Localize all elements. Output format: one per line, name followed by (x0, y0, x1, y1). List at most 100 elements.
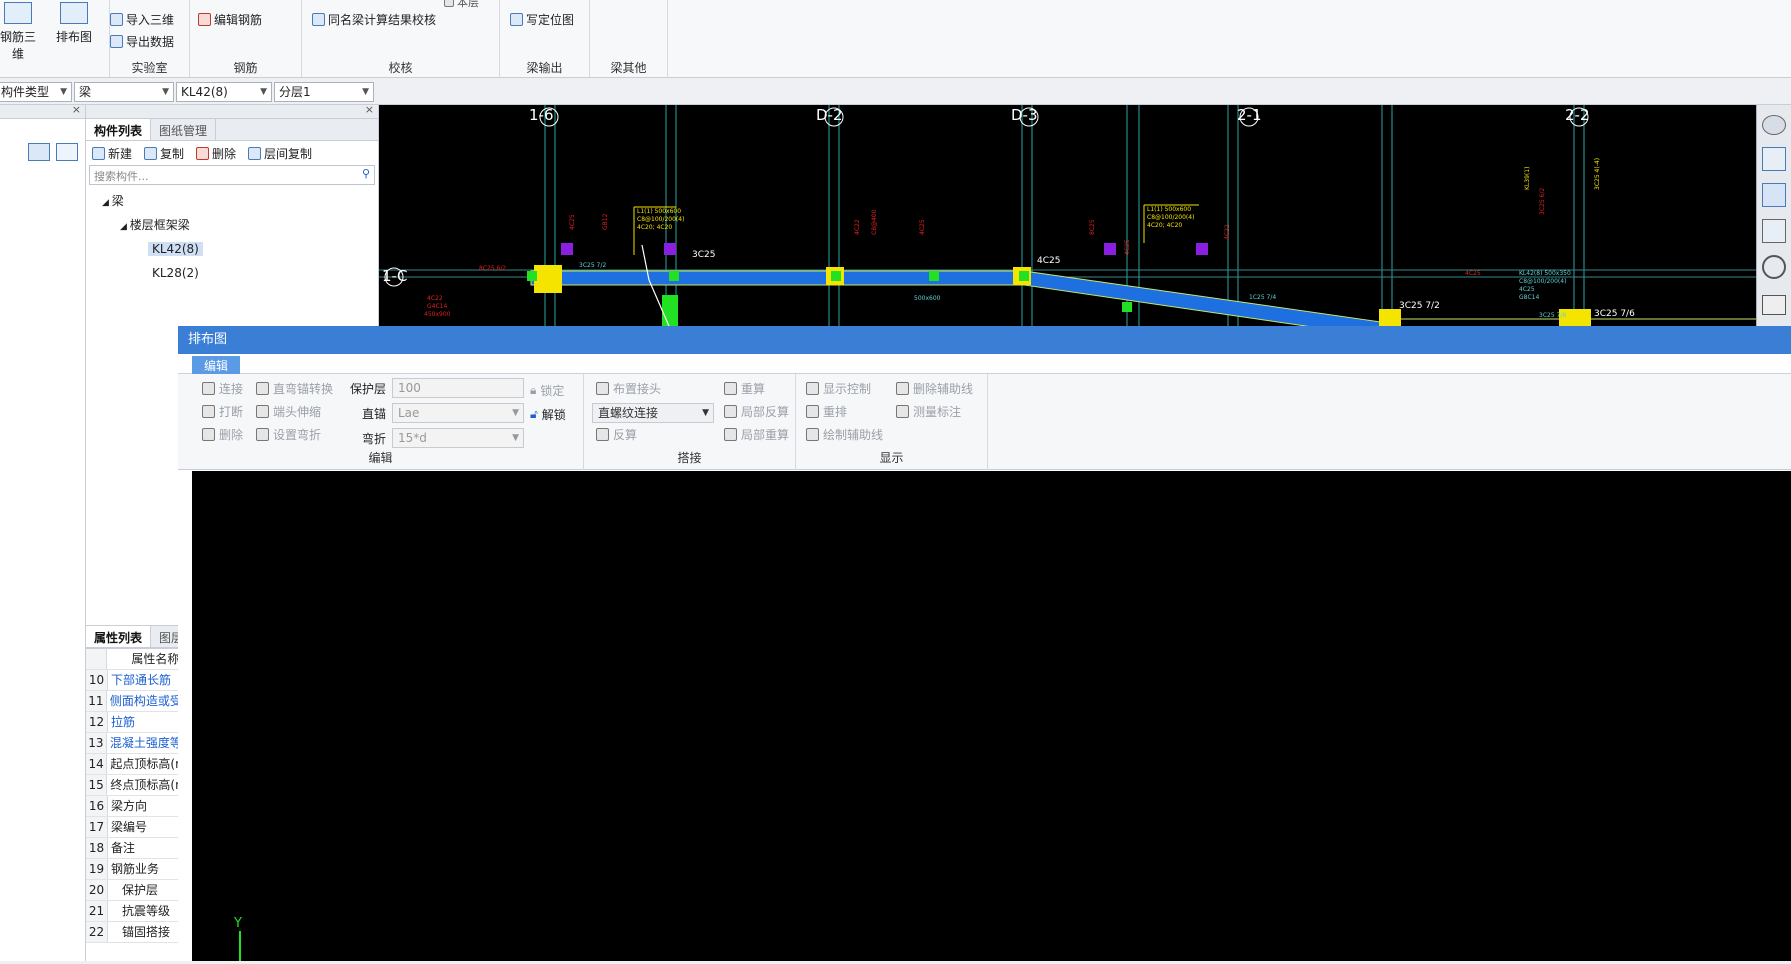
set-bend-button[interactable]: 设置弯折 (256, 426, 321, 443)
svg-text:G4C14: G4C14 (427, 303, 447, 310)
rebar-3d-button[interactable]: 钢筋三维 (0, 2, 40, 62)
property-row[interactable]: 13 混凝土强度等 (86, 733, 178, 754)
svg-text:GB12: GB12 (602, 213, 609, 230)
property-row[interactable]: 18 备注 (86, 838, 178, 859)
component-type-combo[interactable]: 构件类型 ▼ (0, 82, 72, 102)
property-table: 属性名称 10 下部通长筋 11 侧面构造或受 12 拉筋 13 混凝土强度等 14 起点顶标高(… (86, 648, 178, 943)
cube-icon[interactable] (1762, 219, 1786, 243)
component-search-input[interactable]: 搜索构件... ⚲ (89, 165, 375, 185)
component-name-combo[interactable]: KL42(8) ▼ (176, 82, 272, 102)
svg-text:L1(1) 500x600: L1(1) 500x600 (1147, 206, 1191, 213)
property-row[interactable]: 14 起点顶标高(r (86, 754, 178, 775)
break-button[interactable]: 打断 (202, 403, 243, 420)
delete-guide-button[interactable]: 删除辅助线 (896, 380, 973, 397)
current-floor-checkbox[interactable]: 本层 (444, 0, 479, 10)
property-name: 梁方向 (111, 799, 148, 813)
floor-copy-button[interactable]: 层间复制 (248, 145, 312, 162)
property-row[interactable]: 15 终点顶标高(r (86, 775, 178, 796)
chevron-down-icon: ▼ (162, 87, 169, 97)
lock-icon: 🔒︎ (530, 383, 537, 397)
property-row[interactable]: 20 保护层 (86, 880, 178, 901)
svg-text:3C25: 3C25 (692, 250, 715, 260)
tree-node-frame-beam[interactable]: ◢ 楼层框架梁 (86, 213, 378, 237)
svg-text:1C25 7/4: 1C25 7/4 (1249, 294, 1276, 301)
close-icon[interactable]: × (365, 103, 374, 116)
layer-combo[interactable]: 分层1 ▼ (274, 82, 374, 102)
tab-drawing-management[interactable]: 图纸管理 (151, 119, 217, 140)
tab-property-list[interactable]: 属性列表 (86, 626, 152, 647)
svg-text:4C22: 4C22 (427, 295, 443, 302)
svg-text:450x900: 450x900 (424, 311, 451, 318)
property-name: 终点顶标高(r (110, 778, 178, 792)
same-beam-check-button[interactable]: 同名梁计算结果校核 (312, 11, 436, 28)
unlock-button[interactable]: 🔓︎ 解锁 (530, 406, 566, 423)
cover-input[interactable]: 100 (392, 378, 524, 398)
anchor-select[interactable]: Lae ▼ (392, 403, 524, 423)
search-icon[interactable]: ⚲ (362, 167, 370, 180)
row-number: 11 (86, 691, 107, 711)
bend-select[interactable]: 15*d ▼ (392, 428, 524, 448)
delete-button[interactable]: 删除 (196, 145, 236, 162)
lock-button[interactable]: 🔒︎ 锁定 (530, 382, 564, 399)
edit-rebar-button[interactable]: 编辑钢筋 (198, 11, 262, 28)
property-row[interactable]: 22 锚固搭接 (86, 922, 178, 943)
property-row[interactable]: 19 钢筋业务 (86, 859, 178, 880)
delete-rebar-button[interactable]: 删除 (202, 426, 243, 443)
top-view-icon[interactable] (1762, 183, 1786, 207)
component-category-combo[interactable]: 梁 ▼ (74, 82, 174, 102)
copy-button[interactable]: 复制 (144, 145, 184, 162)
property-row[interactable]: 17 梁编号 (86, 817, 178, 838)
beam-drawing: 8C25 6/24C22G4C14450x900 4C25 GB12 4C22 … (379, 105, 1756, 326)
3d-view-icon[interactable] (1762, 147, 1786, 171)
tree-item-kl28[interactable]: KL28(2) (86, 261, 378, 285)
draw-guide-button[interactable]: 绘制辅助线 (806, 426, 883, 443)
tab-component-list[interactable]: 构件列表 (86, 119, 152, 140)
orbit-icon[interactable] (1762, 115, 1786, 135)
reverse-calc-button[interactable]: 反算 (596, 426, 637, 443)
svg-text:C8@100/200(4): C8@100/200(4) (1147, 214, 1194, 221)
recalc-button[interactable]: 重算 (724, 380, 765, 397)
local-reverse-icon (724, 405, 737, 418)
tree-node-beam[interactable]: ◢ 梁 (86, 189, 378, 213)
dialog-title[interactable]: 排布图 (178, 326, 1791, 354)
rotate-icon[interactable] (1762, 255, 1786, 279)
local-recalc-button[interactable]: 局部重算 (724, 426, 789, 443)
new-button[interactable]: 新建 (92, 145, 132, 162)
local-recalc-icon (724, 428, 737, 441)
connect-button[interactable]: 连接 (202, 380, 243, 397)
property-row[interactable]: 16 梁方向 (86, 796, 178, 817)
local-reverse-calc-button[interactable]: 局部反算 (724, 403, 789, 420)
svg-text:3C25 7/6: 3C25 7/6 (1539, 312, 1566, 319)
end-stretch-button[interactable]: 端头伸缩 (256, 403, 321, 420)
row-number: 14 (86, 754, 108, 774)
expand-icon[interactable]: ◢ (120, 222, 130, 232)
tab-edit[interactable]: 编辑 (192, 356, 241, 374)
display-control-icon (806, 382, 819, 395)
property-row[interactable]: 11 侧面构造或受 (86, 691, 178, 712)
write-position-map-button[interactable]: 写定位图 (510, 11, 574, 28)
layout-canvas[interactable]: Y (192, 471, 1791, 961)
layers-icon[interactable] (1762, 295, 1786, 315)
property-row[interactable]: 10 下部通长筋 (86, 670, 178, 691)
property-row[interactable]: 21 抗震等级 (86, 901, 178, 922)
display-control-button[interactable]: 显示控制 (806, 380, 871, 397)
splice-type-select[interactable]: 直螺纹连接 ▼ (592, 403, 714, 423)
svg-text:4C25: 4C25 (1037, 256, 1060, 266)
svg-text:8C25 6/2: 8C25 6/2 (479, 265, 506, 272)
property-row[interactable]: 12 拉筋 (86, 712, 178, 733)
drawing-canvas[interactable]: 8C25 6/2 4C22 G4C14 450x900 4C25 GB12 4C22 … (379, 105, 1756, 326)
straight-bend-convert-button[interactable]: 直弯锚转换 (256, 380, 333, 397)
svg-text:3C25 7/2: 3C25 7/2 (579, 262, 606, 269)
close-icon[interactable]: × (72, 103, 81, 116)
import-3d-button[interactable]: 导入三维 (110, 11, 174, 28)
place-joint-button[interactable]: 布置接头 (596, 380, 661, 397)
grid-view-icon[interactable] (56, 143, 78, 161)
export-data-button[interactable]: 导出数据 (110, 33, 174, 50)
svg-text:4C25: 4C25 (1124, 239, 1131, 255)
list-view-icon[interactable] (28, 143, 50, 161)
expand-icon[interactable]: ◢ (102, 198, 112, 208)
measure-dimension-button[interactable]: 测量标注 (896, 403, 961, 420)
layout-diagram-button[interactable]: 排布图 (52, 2, 96, 45)
tree-item-kl42[interactable]: KL42(8) (86, 237, 378, 261)
rearrange-button[interactable]: 重排 (806, 403, 847, 420)
